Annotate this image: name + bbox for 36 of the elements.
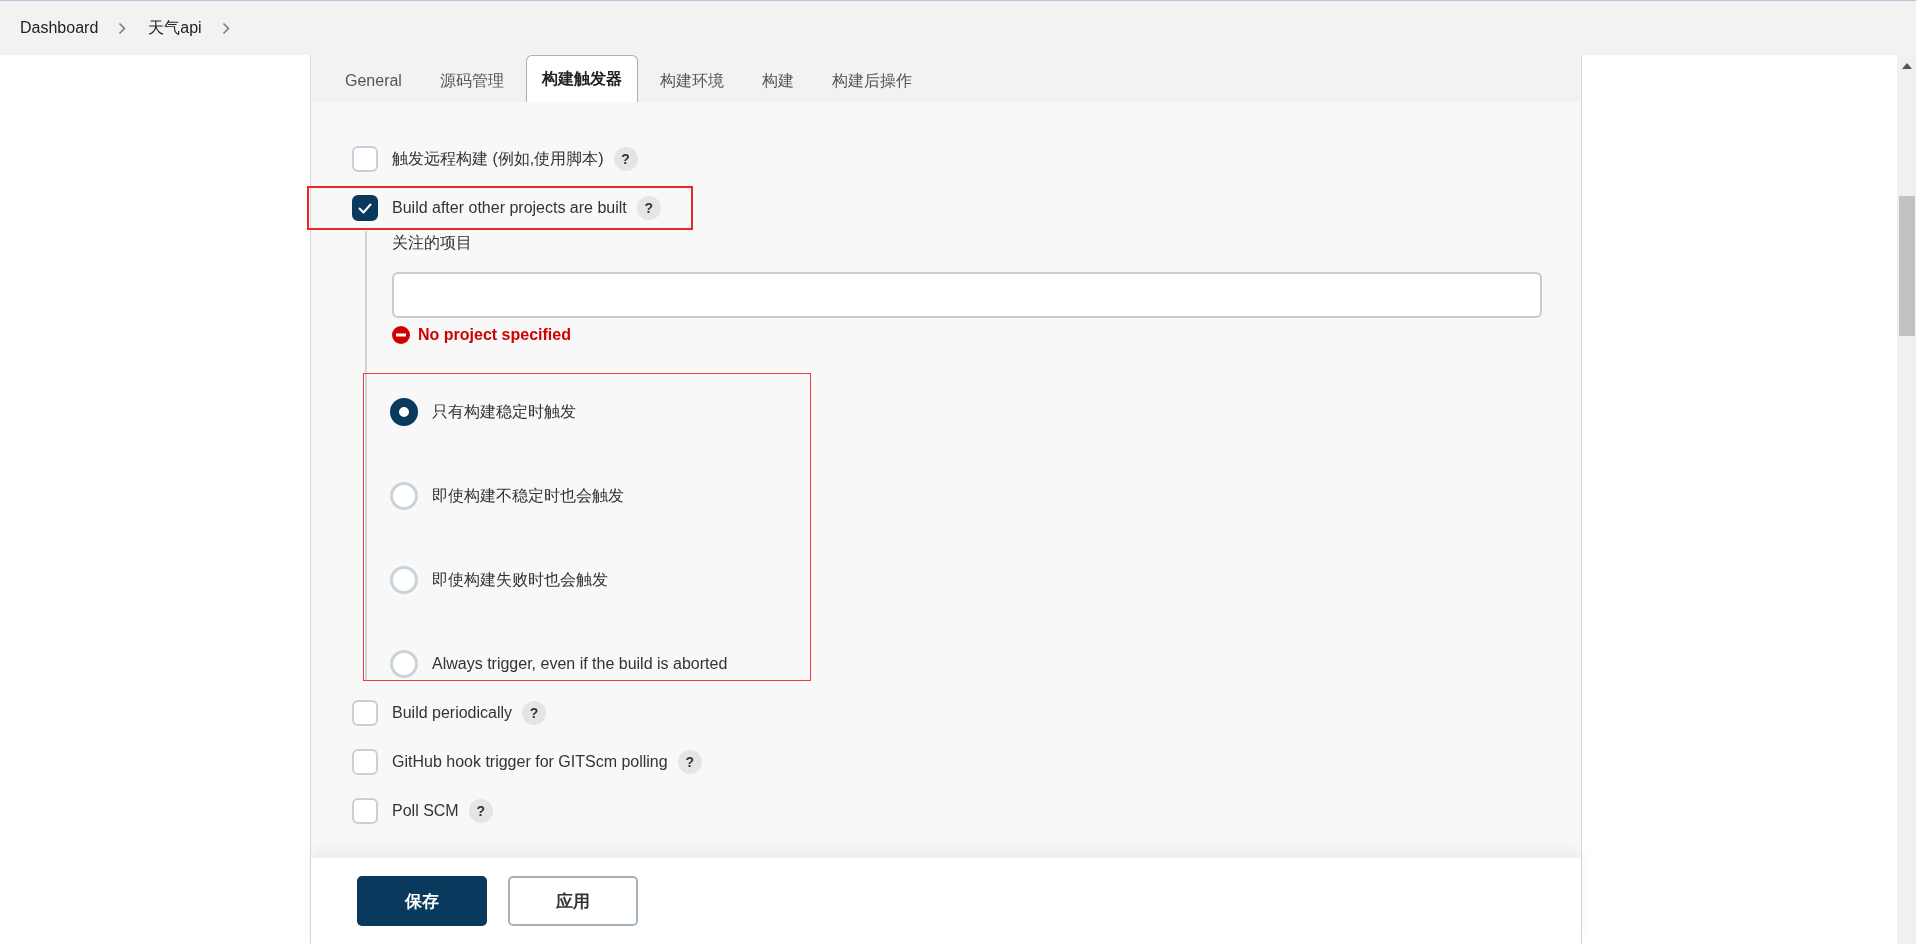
chevron-icon <box>118 21 127 35</box>
help-button[interactable]: ? <box>636 196 661 220</box>
error-message: No project specified <box>418 326 571 344</box>
breadcrumb-link[interactable]: 天气api <box>148 17 202 39</box>
tab[interactable]: 构建 <box>745 59 810 102</box>
tab[interactable]: General <box>329 59 418 102</box>
checkbox[interactable] <box>352 195 378 221</box>
radio-label[interactable]: Always trigger, even if the build is aborted <box>432 655 728 673</box>
radio-label[interactable]: 即使构建失败时也会触发 <box>432 569 608 591</box>
input-field[interactable] <box>392 272 1542 318</box>
tab[interactable]: 构建后操作 <box>815 59 928 102</box>
field-label: 关注的项目 <box>392 233 473 253</box>
radio-label[interactable]: 即使构建不稳定时也会触发 <box>432 485 624 507</box>
apply-button[interactable]: 应用 <box>508 876 638 926</box>
checkbox-label[interactable]: 触发远程构建 (例如,使用脚本) <box>392 148 604 170</box>
checkmark-icon <box>358 202 372 214</box>
tab[interactable]: 构建环境 <box>643 59 740 102</box>
checkbox-label[interactable]: Build periodically <box>392 704 513 722</box>
checkbox-label[interactable]: GitHub hook trigger for GITScm polling <box>392 753 668 771</box>
error-icon <box>392 326 410 344</box>
radio-label[interactable]: 只有构建稳定时触发 <box>432 401 576 423</box>
checkbox-label[interactable]: Build after other projects are built <box>392 199 627 217</box>
tab[interactable]: 源码管理 <box>423 59 520 102</box>
scroll-up-icon[interactable] <box>1901 63 1912 69</box>
help-button[interactable]: ? <box>677 750 702 774</box>
help-button[interactable]: ? <box>522 701 547 725</box>
checkbox-label[interactable]: Poll SCM <box>392 802 459 820</box>
tab[interactable]: 构建触发器 <box>525 55 638 102</box>
scrollbar-thumb[interactable] <box>1898 196 1915 336</box>
help-button[interactable]: ? <box>613 147 638 171</box>
scrollbar[interactable] <box>1897 55 1916 944</box>
chevron-icon <box>221 21 230 35</box>
help-button[interactable]: ? <box>468 799 493 823</box>
save-button[interactable]: 保存 <box>357 876 487 926</box>
breadcrumb-link[interactable]: Dashboard <box>20 19 99 37</box>
radio-button[interactable] <box>390 398 418 426</box>
